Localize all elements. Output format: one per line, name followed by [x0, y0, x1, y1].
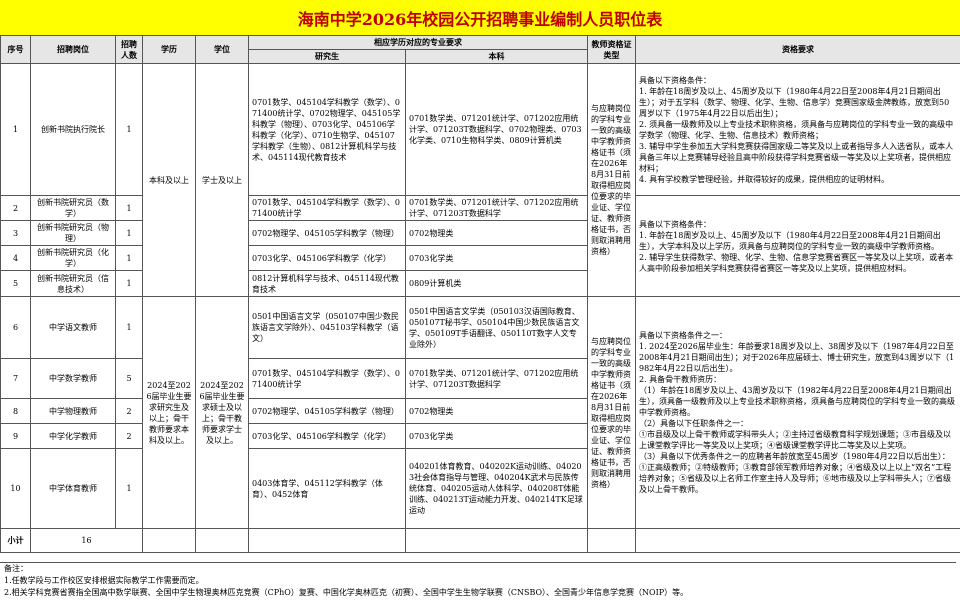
row-ug-major: 0809计算机类: [405, 270, 588, 297]
row-post: 创新书院研究员（信息技术）: [30, 270, 116, 297]
header-undergrad: 本科: [405, 49, 588, 64]
edu-group-2: 2024至2026届毕业生要求研究生及以上；骨干教师要求本科及以上。: [142, 296, 196, 529]
row-seq: 8: [0, 398, 31, 424]
row-ug-major: 0701数学类、071201统计学、071202应用统计学、071203T数据科…: [405, 195, 588, 221]
notes-section: 备注： 1.任教学段与工作校区安排根据实际教学工作需要而定。 2.相关学科竞赛省…: [0, 562, 956, 614]
row-ug-major: 0501中国语言文学类（050103汉语国际教育、050107T秘书学、0501…: [405, 296, 588, 359]
job-table-sheet: 海南中学2026年校园公开招聘事业编制人员职位表 序号 招聘岗位 招聘人数 学历…: [0, 0, 960, 615]
row-count: 5: [115, 358, 143, 399]
header-major: 相应学历对应的专业要求: [248, 35, 588, 50]
edu-group-1: 本科及以上: [142, 63, 196, 297]
total-label: 小计: [0, 528, 31, 553]
row-ug-major: 0702物理类: [405, 398, 588, 424]
sheet-title: 海南中学2026年校园公开招聘事业编制人员职位表: [0, 0, 960, 36]
header-post: 招聘岗位: [30, 35, 116, 64]
table-row: 1 创新书院执行院长 1 本科及以上 学士及以上 0701数学、045104学科…: [0, 63, 960, 297]
row-seq: 7: [0, 358, 31, 399]
note-line: 2.相关学科竞赛省赛指全国高中数学联赛、全国中学生物理奥林匹克竞赛（CPhO）复…: [4, 588, 689, 597]
row-ug-major: 0703化学类: [405, 245, 588, 271]
row-count: 1: [115, 245, 143, 271]
row-post: 创新书院研究员（化学）: [30, 245, 116, 271]
row-ug-major: 0701数学类、071201统计学、071202应用统计学、071203T数据科…: [405, 63, 588, 196]
header-grad: 研究生: [248, 49, 406, 64]
row-grad-major: 0812计算机科学与技术、045114现代教育技术: [248, 270, 406, 297]
row-post: 中学体育教师: [30, 448, 116, 529]
row-count: 2: [115, 398, 143, 424]
row-count: 2: [115, 423, 143, 449]
qual-block-c: 具备以下资格条件之一： 1. 2024至2026届毕业生：年龄要求18周岁及以上…: [635, 296, 960, 529]
header-edu: 学历: [142, 35, 196, 64]
row-count: 1: [115, 220, 143, 246]
row-count: 1: [115, 270, 143, 297]
row-grad-major: 0703化学、045106学科教学（化学）: [248, 245, 406, 271]
row-ug-major: 0701数学类、071201统计学、071202应用统计学、071203T数据科…: [405, 358, 588, 399]
row-seq: 6: [0, 296, 31, 359]
row-seq: 2: [0, 195, 31, 221]
row-seq: 1: [0, 63, 31, 196]
row-seq: 9: [0, 423, 31, 449]
notes-heading: 备注：: [4, 564, 28, 573]
cert-group-2: 与应聘岗位的学科专业一致的高级中学教师资格证书（须在2026年8月31日前取得相…: [587, 296, 636, 529]
row-grad-major: 0501中国语言文学（050107中国少数民族语言文学除外）、045103学科教…: [248, 296, 406, 359]
job-table: 序号 招聘岗位 招聘人数 学历 学位 相应学历对应的专业要求 教师资格证类型 资…: [0, 35, 960, 553]
qual-block-b: 具备以下资格条件： 1. 年龄在18周岁及以上、45周岁及以下（1980年4月2…: [635, 195, 960, 297]
row-grad-major: 0703化学、045106学科教学（化学）: [248, 423, 406, 449]
row-ug-major: 0703化学类: [405, 423, 588, 449]
row-post: 中学化学教师: [30, 423, 116, 449]
row-grad-major: 0701数学、045104学科教学（数学）、071400统计学: [248, 358, 406, 399]
total-value: 16: [30, 528, 143, 553]
table-row: 6 中学语文教师 1 2024至2026届毕业生要求研究生及以上；骨干教师要求本…: [0, 296, 960, 529]
row-grad-major: 0701数学、045104学科教学（数学）、071400统计学: [248, 195, 406, 221]
row-post: 中学物理教师: [30, 398, 116, 424]
row-count: 1: [115, 63, 143, 196]
row-seq: 5: [0, 270, 31, 297]
note-line: 1.任教学段与工作校区安排根据实际教学工作需要而定。: [4, 576, 204, 585]
header-count: 招聘人数: [115, 35, 143, 64]
header-qual: 资格要求: [635, 35, 960, 64]
cert-group-1: 与应聘岗位的学科专业一致的高级中学教师资格证书（须在2026年8月31日前取得相…: [587, 63, 636, 297]
row-seq: 10: [0, 448, 31, 529]
row-grad-major: 0701数学、045104学科教学（数学）、071400统计学、0702物理学、…: [248, 63, 406, 196]
row-post: 创新书院执行院长: [30, 63, 116, 196]
degree-group-2: 2024至2026届毕业生要求硕士及以上；骨干教师要求学士及以上。: [195, 296, 249, 529]
row-seq: 3: [0, 220, 31, 246]
row-ug-major: 040201体育教育、040202K运动训练、040203社会体育指导与管理、0…: [405, 448, 588, 529]
row-grad-major: 0702物理学、045105学科教学（物理）: [248, 398, 406, 424]
row-count: 1: [115, 195, 143, 221]
row-ug-major: 0702物理类: [405, 220, 588, 246]
row-grad-major: 0702物理学、045105学科教学（物理）: [248, 220, 406, 246]
header-degree: 学位: [195, 35, 249, 64]
row-seq: 4: [0, 245, 31, 271]
header-cert: 教师资格证类型: [587, 35, 636, 64]
total-row: 小计 16: [0, 528, 960, 553]
qual-block-a: 具备以下资格条件： 1. 年龄在18周岁及以上、45周岁及以下（1980年4月2…: [635, 63, 960, 196]
row-post: 创新书院研究员（数学）: [30, 195, 116, 221]
row-post: 中学数学教师: [30, 358, 116, 399]
header-seq: 序号: [0, 35, 31, 64]
row-grad-major: 0403体育学、045112学科教学（体育）、0452体育: [248, 448, 406, 529]
row-count: 1: [115, 448, 143, 529]
row-count: 1: [115, 296, 143, 359]
row-post: 中学语文教师: [30, 296, 116, 359]
degree-group-1: 学士及以上: [195, 63, 249, 297]
row-post: 创新书院研究员（物理）: [30, 220, 116, 246]
